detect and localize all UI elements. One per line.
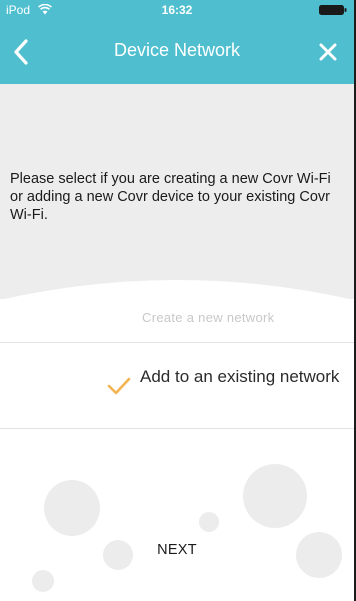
battery-icon — [319, 5, 347, 15]
device-network-screen: iPod 16:32 Device Network Please select … — [0, 0, 356, 601]
status-bar: iPod 16:32 — [0, 0, 354, 20]
divider — [0, 428, 354, 429]
decorative-circle — [296, 532, 342, 578]
decorative-circle — [44, 480, 100, 536]
navigation-bar: Device Network — [0, 20, 354, 84]
option-existing-label: Add to an existing network — [140, 367, 340, 386]
instruction-text: Please select if you are creating a new … — [10, 171, 331, 223]
status-time: 16:32 — [161, 3, 193, 17]
decorative-circle — [243, 464, 307, 528]
option-create-network[interactable]: Create a new network — [0, 300, 354, 342]
close-icon — [319, 43, 337, 61]
checkmark-icon — [107, 377, 131, 395]
next-button[interactable]: NEXT — [127, 535, 227, 565]
decorative-circle — [32, 570, 54, 592]
option-add-existing-network[interactable]: Add to an existing network — [0, 343, 354, 428]
close-button[interactable] — [314, 38, 342, 66]
option-create-label: Create a new network — [142, 310, 275, 325]
page-title: Device Network — [113, 40, 241, 60]
header: iPod 16:32 Device Network — [0, 0, 354, 84]
decorative-circle — [199, 512, 219, 532]
